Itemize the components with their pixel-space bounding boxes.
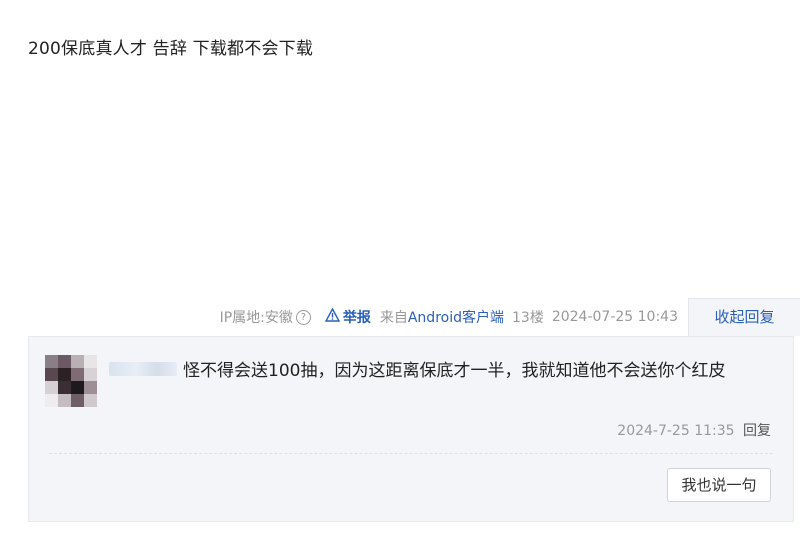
post-content: 200保底真人才 告辞 下载都不会下载 [28, 39, 314, 59]
question-circle-icon[interactable]: ? [295, 309, 311, 325]
divider [49, 453, 773, 454]
reply-meta: 2024-7-25 11:35 回复 [617, 420, 771, 440]
floor-number: 13楼 [512, 310, 544, 326]
avatar[interactable] [45, 355, 97, 407]
warning-icon [324, 307, 341, 326]
report-link[interactable]: 举报 [324, 307, 371, 327]
reply-button[interactable]: 回复 [743, 423, 771, 439]
reply-text: 怪不得会送100抽，因为这距离保底才一半，我就知道他不会送你个红皮 [183, 361, 726, 381]
reply-panel: 怪不得会送100抽，因为这距离保底才一半，我就知道他不会送你个红皮 2024-7… [28, 336, 794, 522]
source-prefix: 来自 [379, 310, 408, 326]
reply-timestamp: 2024-7-25 11:35 [617, 423, 735, 439]
ip-location: IP属地:安徽 [219, 310, 293, 326]
post-timestamp: 2024-07-25 10:43 [551, 309, 678, 325]
report-label: 举报 [342, 310, 371, 326]
post-meta-bar: IP属地:安徽 ? 举报 来自 Android客户端 13楼 2024-07-2… [0, 298, 800, 336]
post-meta-line: IP属地:安徽 ? 举报 来自 Android客户端 13楼 2024-07-2… [220, 307, 678, 327]
add-comment-button[interactable]: 我也说一句 [667, 468, 771, 502]
collapse-replies-button[interactable]: 收起回复 [688, 298, 800, 336]
client-link[interactable]: Android客户端 [408, 307, 504, 327]
